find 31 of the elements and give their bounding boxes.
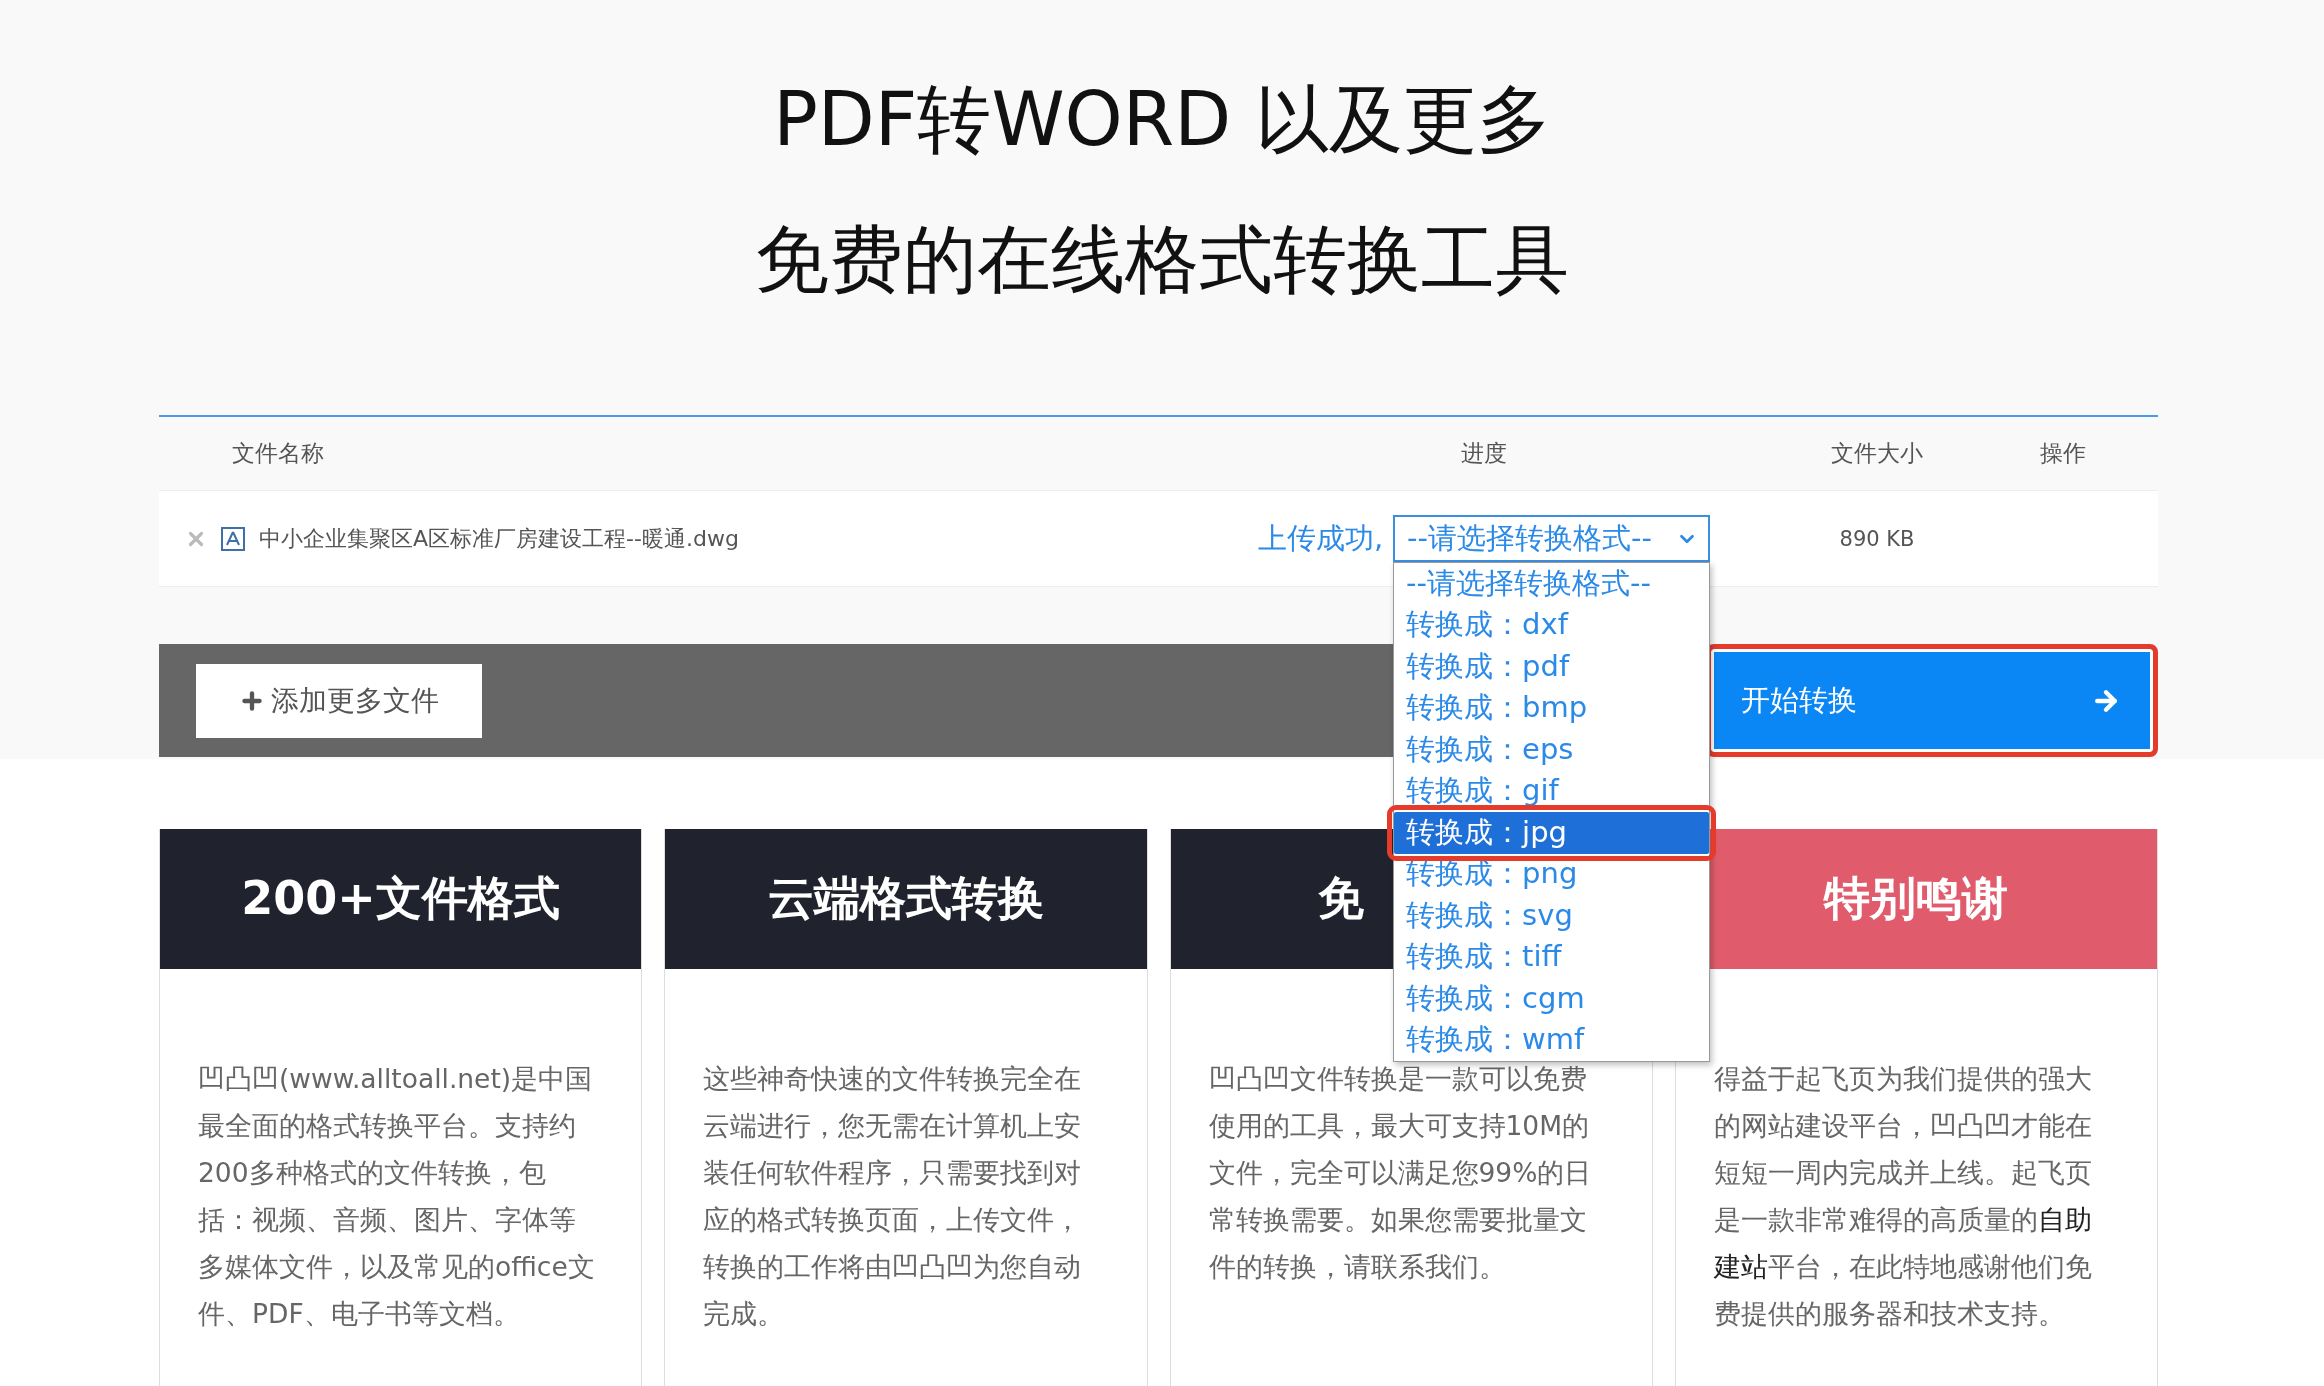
dropdown-option[interactable]: 转换成：bmp [1394, 687, 1710, 729]
dropdown-option[interactable]: 转换成：cgm [1394, 978, 1710, 1020]
card-title: 特别鸣谢 [1824, 870, 2009, 927]
dropdown-option[interactable]: 转换成：eps [1394, 729, 1710, 771]
dropdown-option[interactable]: 转换成：tiff [1394, 936, 1710, 978]
card-title: 200+文件格式 [241, 870, 560, 927]
card-title: 免 [1318, 870, 1365, 927]
card-text: 凹凸凹文件转换是一款可以免费使用的工具，最大可支持10M的文件，完全可以满足您99%的日常转换需要。如果您需要批量文件的转换，请联系我们。 [1208, 1062, 1593, 1284]
dropdown-option[interactable]: 转换成：dxf [1394, 604, 1710, 646]
column-header: 进度 [1461, 439, 1507, 468]
page-subtitle: 免费的在线格式转换工具 [755, 215, 1569, 304]
page-title: PDF转WORD 以及更多 [773, 75, 1551, 164]
dropdown-option[interactable]: 转换成：wmf [1394, 1019, 1710, 1061]
column-header: 文件名称 [231, 439, 325, 468]
card-text: 得益于起飞页为我们提供的强大的网站建设平台，凹凸凹才能在短短一周内完成并上线。起飞页是一款非常难得的高质量的自助建站平台，在此特地感谢他们免费提供的服务器和技术支持。 [1713, 1062, 2093, 1331]
file-icon [221, 526, 245, 551]
dropdown-option[interactable]: --请选择转换格式-- [1394, 563, 1710, 605]
file-size: 890 KB [1839, 526, 1915, 551]
card-title: 云端格式转换 [767, 870, 1044, 927]
dropdown-option[interactable]: 转换成：svg [1394, 895, 1710, 937]
add-files-button[interactable]: 添加更多文件 [196, 663, 482, 738]
card-text: 这些神奇快速的文件转换完全在云端进行，您无需在计算机上安装任何软件程序，只需要找到对应的格式转换页面，上传文件，转换的工作将由凹凸凹为您自动完成。 [703, 1062, 1083, 1331]
dropdown-option[interactable]: 转换成：gif [1394, 770, 1710, 812]
file-name: 中小企业集聚区A区标准厂房建设工程--暖通.dwg [259, 524, 739, 553]
dropdown-option[interactable]: 转换成：png [1394, 853, 1710, 895]
format-select[interactable]: --请选择转换格式-- [1393, 515, 1711, 562]
dropdown-option[interactable]: 转换成：pdf [1394, 646, 1710, 688]
upload-status: 上传成功, [1257, 519, 1384, 557]
column-header: 文件大小 [1831, 439, 1923, 468]
column-header: 操作 [2040, 439, 2086, 468]
card-text: 凹凸凹(www.alltoall.net)是中国最全面的格式转换平台。支持约200多种格式的文件转换，包括：视频、音频、图片、字体等多媒体文件，以及常见的office文件、PDF、电子书等文档。 [198, 1062, 596, 1331]
